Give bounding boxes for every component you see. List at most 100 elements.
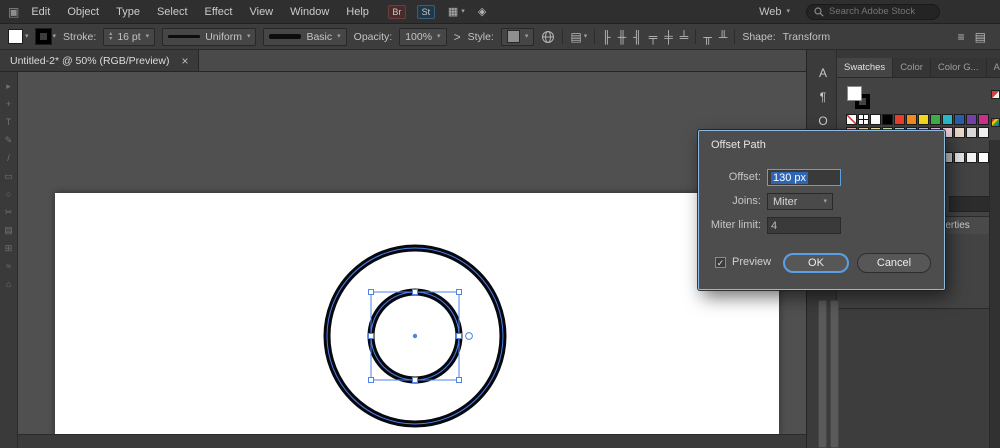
panel-options-control[interactable]: ▤▾ — [570, 30, 587, 44]
distribute-vertical-icon[interactable]: ╥ — [703, 30, 712, 44]
cancel-button[interactable]: Cancel — [857, 253, 931, 273]
swatch[interactable] — [954, 152, 965, 163]
menu-effect[interactable]: Effect — [197, 0, 241, 24]
stroke-color-control[interactable]: ▾ — [36, 29, 57, 44]
stroke-width-dropdown[interactable]: ▴▾ 16 pt ▾ — [103, 28, 155, 46]
swatch-none-icon[interactable] — [846, 114, 857, 125]
horizontal-scrollbar-track[interactable] — [18, 434, 806, 448]
swatch[interactable] — [942, 114, 953, 125]
libraries-panel-icon[interactable] — [991, 90, 1000, 99]
menu-edit[interactable]: Edit — [23, 0, 58, 24]
align-top-icon[interactable]: ╤ — [649, 30, 658, 44]
stock-icon[interactable]: St — [417, 5, 435, 19]
dock-divider-bar[interactable] — [818, 300, 827, 448]
selection-handle-n[interactable] — [413, 290, 418, 295]
swatch-registration-icon[interactable] — [858, 114, 869, 125]
tab-color[interactable]: Color — [893, 58, 931, 78]
artboard-tool[interactable]: ⌂ — [6, 280, 11, 289]
opentype-panel-icon[interactable]: O — [814, 114, 832, 130]
line-tool[interactable]: / — [7, 154, 10, 163]
swatch[interactable] — [978, 152, 989, 163]
dock-divider-bar[interactable] — [830, 300, 839, 448]
swatch[interactable] — [918, 114, 929, 125]
selection-handle-e[interactable] — [457, 334, 462, 339]
tab-color-guide[interactable]: Color G... — [931, 58, 987, 78]
swatch[interactable] — [882, 114, 893, 125]
type-tool[interactable]: T — [6, 118, 12, 127]
selection-handle-sw[interactable] — [369, 378, 374, 383]
ok-button[interactable]: OK — [783, 253, 849, 273]
swatch[interactable] — [978, 127, 989, 138]
bridge-icon[interactable]: Br — [388, 5, 406, 19]
miter-limit-input[interactable]: 4 — [767, 217, 841, 234]
panel-grid-icon[interactable]: ▤ — [975, 30, 986, 44]
mesh-tool[interactable]: ▤ — [4, 226, 13, 235]
distribute-horizontal-icon[interactable]: ╨ — [719, 30, 728, 44]
arrange-documents-icon[interactable]: ▦▾ — [448, 5, 465, 18]
style-dropdown[interactable]: ▾ — [501, 28, 535, 46]
separator — [734, 29, 735, 44]
share-icon[interactable]: ◈ — [478, 5, 486, 18]
swatch[interactable] — [978, 114, 989, 125]
document-setup-globe-icon[interactable] — [541, 30, 555, 44]
preview-checkbox[interactable]: ✓ — [715, 257, 726, 268]
direct-selection-tool[interactable]: + — [6, 100, 11, 109]
swatch[interactable] — [870, 114, 881, 125]
pen-tool[interactable]: ✎ — [5, 136, 13, 145]
close-icon[interactable]: × — [181, 55, 188, 67]
brush-dropdown[interactable]: Basic ▾ — [263, 28, 346, 46]
grid-tool[interactable]: ⊞ — [5, 244, 13, 253]
offset-input[interactable]: 130 px — [767, 169, 841, 186]
paragraph-panel-icon[interactable]: ¶ — [814, 90, 832, 106]
selection-handle-nw[interactable] — [369, 290, 374, 295]
swatch[interactable] — [954, 114, 965, 125]
stock-search-field[interactable] — [806, 4, 940, 20]
menu-select[interactable]: Select — [149, 0, 196, 24]
selection-handle-se[interactable] — [457, 378, 462, 383]
search-input[interactable] — [829, 6, 932, 17]
app-icon[interactable]: ▣ — [8, 5, 19, 19]
center-point[interactable] — [413, 334, 417, 338]
swatch[interactable] — [930, 114, 941, 125]
transform-link[interactable]: Transform — [783, 31, 830, 43]
align-middle-icon[interactable]: ╪ — [664, 30, 673, 44]
color-themes-panel-icon[interactable] — [991, 118, 1000, 127]
scissors-tool[interactable]: ✂ — [5, 208, 13, 217]
joins-dropdown[interactable]: Miter ▾ — [767, 193, 833, 210]
width-profile-dropdown[interactable]: Uniform ▾ — [162, 28, 256, 46]
opacity-dropdown[interactable]: 100% ▾ — [399, 28, 446, 46]
ellipse-tool[interactable]: ○ — [6, 190, 11, 199]
menu-window[interactable]: Window — [282, 0, 337, 24]
swatch[interactable] — [906, 114, 917, 125]
tab-swatches[interactable]: Swatches — [837, 58, 893, 78]
workspace-switcher[interactable]: Web▾ — [759, 6, 790, 18]
document-tab[interactable]: Untitled-2* @ 50% (RGB/Preview) × — [0, 50, 199, 71]
swatch[interactable] — [966, 152, 977, 163]
align-center-icon[interactable]: ╫ — [618, 30, 627, 44]
align-right-icon[interactable]: ╢ — [633, 30, 642, 44]
menu-help[interactable]: Help — [338, 0, 377, 24]
menu-object[interactable]: Object — [59, 0, 107, 24]
align-left-icon[interactable]: ╟ — [602, 30, 611, 44]
swatch[interactable] — [894, 114, 905, 125]
canvas[interactable] — [18, 72, 806, 448]
selection-handle-ne[interactable] — [457, 290, 462, 295]
selection-handle-s[interactable] — [413, 378, 418, 383]
hamburger-menu-icon[interactable]: ≡ — [958, 30, 965, 44]
swatch[interactable] — [966, 114, 977, 125]
selection-handle-w[interactable] — [369, 334, 374, 339]
menu-type[interactable]: Type — [108, 0, 148, 24]
selection-tool[interactable]: ▸ — [6, 82, 11, 91]
chevron-down-icon: ▾ — [25, 33, 29, 40]
warp-tool[interactable]: ≈ — [6, 262, 11, 271]
menu-view[interactable]: View — [241, 0, 281, 24]
swatch[interactable] — [954, 127, 965, 138]
fill-color-control[interactable]: ▾ — [8, 29, 29, 44]
rectangle-tool[interactable]: ▭ — [4, 172, 13, 181]
align-bottom-icon[interactable]: ╧ — [680, 30, 689, 44]
character-panel-icon[interactable]: A — [814, 66, 832, 82]
tab-align[interactable]: Align — [987, 58, 1000, 78]
fill-proxy-icon[interactable] — [847, 86, 862, 101]
live-shape-widget[interactable] — [466, 333, 473, 340]
swatch[interactable] — [966, 127, 977, 138]
